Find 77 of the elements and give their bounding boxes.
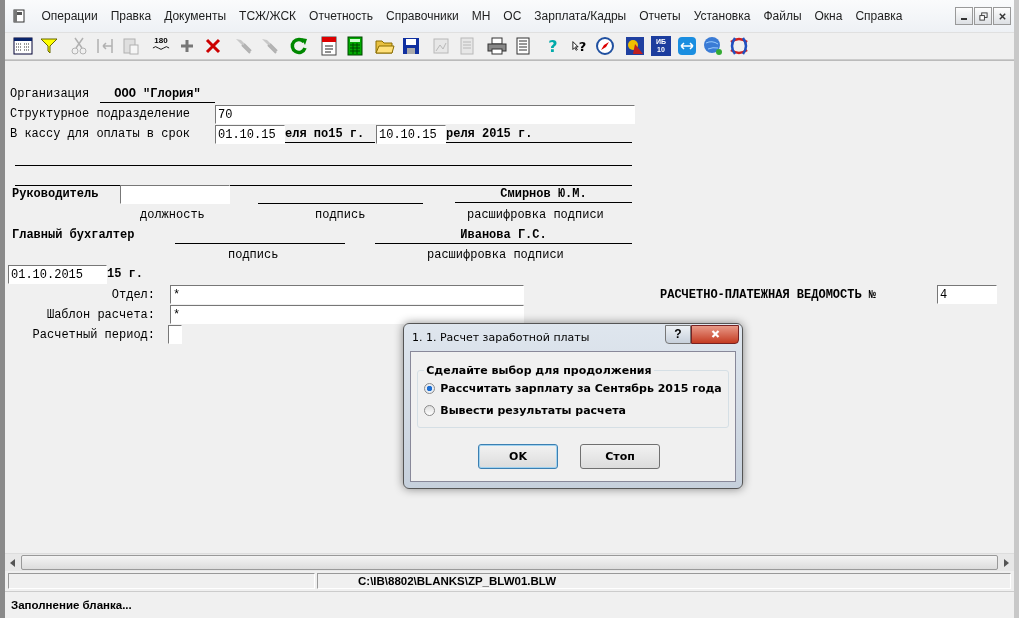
subdivision-field[interactable]: 70 [215, 105, 635, 124]
field-label: В кассу для оплаты в срок [10, 127, 191, 141]
menu-item[interactable]: Файлы [756, 9, 809, 23]
field-label: Расчетный период: [31, 328, 155, 342]
form-text: еля по15 г. [285, 127, 375, 143]
close-button[interactable] [993, 7, 1011, 25]
statement-title: РАСЧЕТНО-ПЛАТЕЖНАЯ ВЕДОМОСТЬ № [660, 288, 877, 302]
form-text: 15 г. [107, 267, 143, 281]
menu-item[interactable]: Документы [157, 9, 233, 23]
delete-icon[interactable] [203, 36, 223, 56]
field-label: Организация [10, 87, 90, 101]
menu-item[interactable]: Справка [848, 9, 909, 23]
close-icon [997, 11, 1007, 21]
page-icon[interactable] [513, 36, 533, 56]
radio-option[interactable]: Вывести результаты расчета [424, 399, 722, 421]
caption: подпись [228, 248, 279, 262]
template-field[interactable]: * [170, 305, 524, 324]
dialog-button[interactable]: Стоп [580, 444, 660, 469]
date-to-field[interactable]: 10.10.15 [376, 125, 446, 144]
field-label: Структурное подразделение [10, 107, 191, 121]
print-icon[interactable] [487, 36, 507, 56]
radio-option[interactable]: Рассчитать зарплату за Сентябрь 2015 года [424, 377, 722, 399]
group-title: Сделайте выбор для продолжения [425, 364, 653, 377]
refresh-icon[interactable] [289, 36, 309, 56]
department-field[interactable]: * [170, 285, 524, 304]
form-text: реля 2015 г. [446, 127, 632, 143]
position-field[interactable] [120, 185, 230, 204]
field-label: Главный бухгалтер [12, 228, 135, 242]
menu-item[interactable]: Окна [808, 9, 849, 23]
globe-icon[interactable] [703, 36, 723, 56]
menu-item[interactable]: Зарплата/Кадры [527, 9, 633, 23]
statement-number-field[interactable]: 4 [937, 285, 997, 304]
menu-item[interactable]: МН [465, 9, 497, 23]
restore-button[interactable] [974, 7, 992, 25]
remote-icon[interactable] [677, 36, 697, 56]
menu-item[interactable]: ТСЖ/ЖСК [232, 9, 303, 23]
menu-item[interactable]: Справочники [379, 9, 466, 23]
caption: подпись [315, 208, 366, 222]
field-label: Отдел: [110, 288, 155, 302]
horizontal-scrollbar[interactable] [5, 553, 1014, 571]
menu-item[interactable]: Установка [687, 9, 757, 23]
menu-item[interactable]: ОС [496, 9, 528, 23]
date-field[interactable]: 01.10.2015 [8, 265, 107, 284]
menu-item[interactable]: Отчеты [632, 9, 688, 23]
field-label: Руководитель [12, 187, 99, 201]
restore-icon [978, 11, 988, 21]
caption: расшифровка подписи [427, 248, 564, 262]
minimize-button[interactable] [955, 7, 973, 25]
caption: должность [140, 208, 205, 222]
compass-icon[interactable] [595, 36, 615, 56]
menu-item[interactable]: Правка [104, 9, 158, 23]
status-message: Заполнение бланка... [11, 599, 132, 611]
calculator-icon[interactable] [345, 36, 365, 56]
form-icon[interactable] [13, 36, 33, 56]
caption: расшифровка подписи [467, 208, 604, 222]
close-button[interactable] [691, 324, 739, 344]
radio-button[interactable] [424, 382, 436, 394]
signer-name: Иванова Г.С. [375, 228, 632, 244]
period-field[interactable] [168, 325, 182, 344]
save-icon[interactable] [401, 36, 421, 56]
dialog-title: 1. 1. Расчет заработной платы [412, 331, 591, 344]
scroll-thumb[interactable] [21, 555, 998, 570]
file-path: C:\IB\8802\BLANKS\ZP_BLW01.BLW [358, 575, 557, 587]
minimize-icon [961, 18, 967, 20]
menu-item[interactable]: Отчетность [302, 9, 380, 23]
signer-name: Смирнов Ю.М. [455, 187, 632, 203]
date-from-field[interactable]: 01.10.15 [215, 125, 285, 144]
help-button[interactable]: ? [665, 324, 691, 344]
menu-item[interactable]: Операции [35, 9, 105, 23]
close-icon [709, 329, 721, 339]
radio-button[interactable] [424, 404, 436, 416]
filter-icon[interactable] [39, 36, 59, 56]
picture-icon[interactable] [625, 36, 645, 56]
organization-name: ООО "Глория" [100, 87, 215, 103]
dialog-button[interactable]: OK [478, 444, 558, 469]
document-icon[interactable] [13, 9, 25, 23]
field-label: Шаблон расчета: [45, 308, 155, 322]
